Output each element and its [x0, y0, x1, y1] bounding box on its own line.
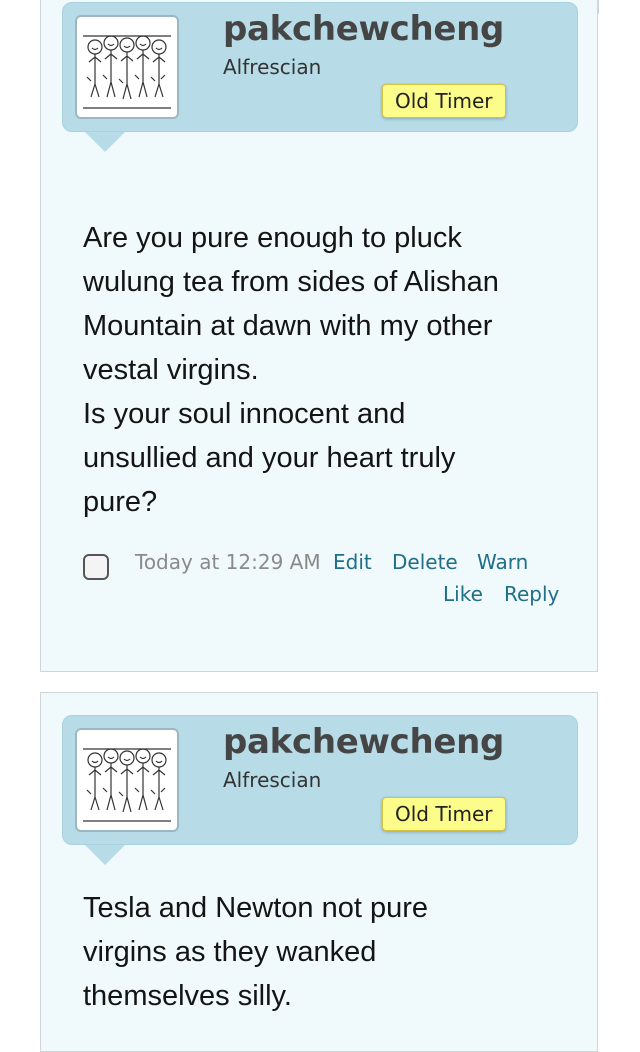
message-line: unsullied and your heart truly: [83, 442, 456, 474]
user-rank-badge: Old Timer: [382, 84, 506, 118]
avatar-crowd-image: [83, 748, 171, 822]
message-line: Is your soul innocent and: [83, 398, 406, 430]
message-body: Are you pure enough to pluck wulung tea …: [83, 216, 563, 524]
warn-link[interactable]: Warn: [477, 550, 528, 574]
username[interactable]: pakchewcheng: [223, 9, 504, 49]
message-line: Tesla and Newton not pure: [83, 892, 428, 924]
user-rank-badge: Old Timer: [382, 797, 506, 831]
speech-arrow: [85, 132, 125, 152]
message-line: virgins as they wanked: [83, 936, 377, 968]
message-line: Are you pure enough to pluck: [83, 222, 462, 254]
user-title: Alfrescian: [223, 55, 322, 79]
user-title: Alfrescian: [223, 768, 322, 792]
edit-link[interactable]: Edit: [333, 550, 372, 574]
select-post-checkbox[interactable]: [83, 554, 109, 580]
message-line: themselves silly.: [83, 980, 292, 1012]
post-date[interactable]: Today at 12:29 AM: [135, 550, 321, 574]
like-link[interactable]: Like: [443, 582, 483, 606]
avatar-crowd-image: [83, 35, 171, 109]
avatar[interactable]: [75, 728, 179, 832]
speech-arrow: [85, 845, 125, 865]
user-info-block: pakchewcheng Alfrescian Old Timer: [62, 715, 578, 865]
username[interactable]: pakchewcheng: [223, 722, 504, 762]
user-info-block: pakchewcheng Alfrescian Old Timer: [62, 2, 578, 152]
post: pakchewcheng Alfrescian Old Timer Tesla …: [40, 692, 598, 1052]
top-edge-line: [598, 0, 599, 14]
message-line: pure?: [83, 486, 158, 518]
post: pakchewcheng Alfrescian Old Timer Are yo…: [40, 0, 598, 672]
reply-link[interactable]: Reply: [504, 582, 559, 606]
message-line: wulung tea from sides of Alishan: [83, 266, 499, 298]
message-body: Tesla and Newton not pure virgins as the…: [83, 886, 563, 1018]
delete-link[interactable]: Delete: [392, 550, 458, 574]
message-line: vestal virgins.: [83, 354, 259, 386]
avatar[interactable]: [75, 15, 179, 119]
message-line: Mountain at dawn with my other: [83, 310, 493, 342]
